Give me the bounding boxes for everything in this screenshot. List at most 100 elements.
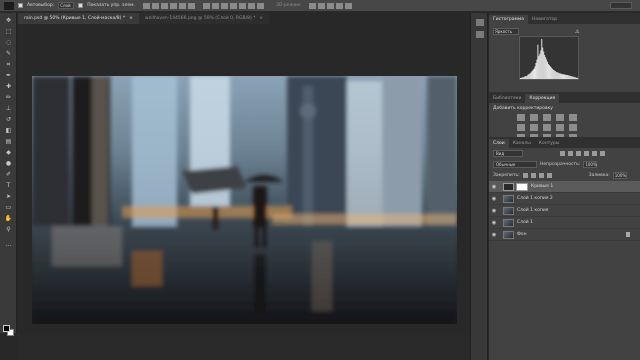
layer-name[interactable]: Фон [517, 232, 527, 237]
marquee-icon[interactable]: ⬚ [4, 28, 13, 36]
eye-icon[interactable]: ◉ [489, 196, 499, 202]
channel-dropdown[interactable]: Яркость [493, 28, 519, 35]
warning-icon[interactable]: ⚠ [575, 29, 581, 35]
workspace-dropdown[interactable] [610, 2, 632, 9]
tab-histogram[interactable]: Гистограмма [489, 15, 529, 24]
tab-channels[interactable]: Каналы [509, 139, 535, 148]
history-brush-icon[interactable]: ↺ [4, 116, 13, 124]
distribute-top-icon[interactable] [202, 2, 210, 9]
curves-icon[interactable] [543, 114, 551, 121]
filter-shape-icon[interactable] [584, 151, 589, 156]
lock-transparency-icon[interactable] [522, 173, 528, 178]
brush-icon[interactable]: ✏ [4, 94, 13, 102]
distribute-right-icon[interactable] [247, 2, 255, 9]
foreground-color-swatch[interactable] [3, 325, 10, 332]
eye-icon[interactable]: ◉ [489, 220, 499, 226]
path-select-icon[interactable]: ➤ [4, 193, 13, 201]
layer-mask-thumbnail[interactable] [516, 182, 528, 191]
layer-row[interactable]: ◉ Слой 1 [489, 217, 640, 229]
layer-name[interactable]: Слой 1 копия 2 [517, 196, 553, 201]
align-bottom-icon[interactable] [160, 2, 168, 9]
move-tool-icon[interactable] [4, 1, 14, 10]
lock-pixels-icon[interactable] [530, 173, 536, 178]
pen-icon[interactable]: ✐ [4, 171, 13, 179]
document-image[interactable] [32, 76, 457, 324]
blur-icon[interactable]: ◆ [4, 149, 13, 157]
distribute-center-icon[interactable] [238, 2, 246, 9]
blend-mode-dropdown[interactable]: Обычные [493, 161, 537, 168]
lasso-icon[interactable]: ◌ [4, 39, 13, 47]
layer-name[interactable]: Слой 1 копия [517, 208, 548, 213]
roll-3d-icon[interactable] [318, 2, 326, 9]
tab-rain-psd[interactable]: rain.psd @ 50% (Кривые 1, Слой-маска/8) … [18, 13, 139, 24]
align-left-icon[interactable] [169, 2, 177, 9]
align-right-icon[interactable] [187, 2, 195, 9]
fill-input[interactable]: 100% [612, 172, 627, 179]
filter-pixel-icon[interactable] [560, 151, 565, 156]
slide-3d-icon[interactable] [336, 2, 344, 9]
more-tools-icon[interactable]: … [4, 241, 13, 249]
layer-row[interactable]: ◉ Слой 1 копия 2 [489, 193, 640, 205]
eye-icon[interactable]: ◉ [489, 232, 499, 238]
align-center-icon[interactable] [178, 2, 186, 9]
layer-row[interactable]: ◉ Кривые 1 [489, 181, 640, 193]
vibrance-icon[interactable] [569, 114, 577, 121]
eyedropper-icon[interactable]: ✒ [4, 72, 13, 80]
close-icon[interactable]: × [259, 16, 263, 21]
filter-toggle-icon[interactable] [600, 151, 605, 156]
history-icon[interactable] [476, 19, 484, 26]
gradient-icon[interactable]: ▤ [4, 138, 13, 146]
properties-icon[interactable] [476, 31, 484, 38]
brightness-icon[interactable] [517, 114, 525, 121]
distribute-middle-icon[interactable] [211, 2, 219, 9]
auto-align-icon[interactable] [256, 2, 264, 9]
type-icon[interactable]: T [4, 182, 13, 190]
eye-icon[interactable]: ◉ [489, 184, 499, 190]
tab-paths[interactable]: Контуры [535, 139, 564, 148]
close-icon[interactable]: × [129, 16, 133, 21]
layer-name[interactable]: Слой 1 [517, 220, 533, 225]
scale-3d-icon[interactable] [345, 2, 353, 9]
layer-name[interactable]: Кривые 1 [531, 184, 553, 189]
tab-wallhaven-png[interactable]: wallhaven-144566.png @ 50% (Слой 0, RGB/… [138, 13, 270, 24]
filter-adjustment-icon[interactable] [568, 151, 573, 156]
clone-stamp-icon[interactable]: ⊥ [4, 105, 13, 113]
tab-layers[interactable]: Слои [489, 139, 509, 148]
auto-select-dropdown[interactable]: Слой [58, 2, 75, 9]
eye-icon[interactable]: ◉ [489, 208, 499, 214]
auto-select-checkbox[interactable] [18, 3, 23, 8]
filter-smart-icon[interactable] [592, 151, 597, 156]
filter-kind-dropdown[interactable]: Вид [493, 150, 523, 157]
tab-navigator[interactable]: Навигатор [528, 15, 561, 24]
color-balance-icon[interactable] [530, 124, 538, 131]
photo-filter-icon[interactable] [556, 124, 564, 131]
distribute-left-icon[interactable] [229, 2, 237, 9]
shape-icon[interactable]: ▭ [4, 204, 13, 212]
filter-type-icon[interactable] [576, 151, 581, 156]
orbit-3d-icon[interactable] [309, 2, 317, 9]
layer-row[interactable]: ◉ Фон [489, 229, 640, 241]
quick-select-icon[interactable]: ✎ [4, 50, 13, 58]
move-icon[interactable]: ✥ [4, 17, 13, 25]
eraser-icon[interactable]: ◧ [4, 127, 13, 135]
hue-saturation-icon[interactable] [517, 124, 525, 131]
layer-row[interactable]: ◉ Слой 1 копия [489, 205, 640, 217]
align-top-icon[interactable] [142, 2, 150, 9]
levels-icon[interactable] [530, 114, 538, 121]
channel-mixer-icon[interactable] [569, 124, 577, 131]
exposure-icon[interactable] [556, 114, 564, 121]
hand-icon[interactable]: ✋ [4, 215, 13, 223]
pan-3d-icon[interactable] [327, 2, 335, 9]
crop-icon[interactable]: ⌗ [4, 61, 13, 69]
dodge-icon[interactable]: ● [4, 160, 13, 168]
black-white-icon[interactable] [543, 124, 551, 131]
align-middle-icon[interactable] [151, 2, 159, 9]
distribute-bottom-icon[interactable] [220, 2, 228, 9]
opacity-input[interactable]: 100% [583, 161, 598, 168]
lock-position-icon[interactable] [538, 173, 544, 178]
tab-adjustments[interactable]: Коррекция [525, 94, 560, 103]
healing-brush-icon[interactable]: ✚ [4, 83, 13, 91]
zoom-icon[interactable]: ⚲ [4, 226, 13, 234]
show-transform-checkbox[interactable] [78, 3, 84, 8]
tab-libraries[interactable]: Библиотеки [489, 94, 525, 103]
